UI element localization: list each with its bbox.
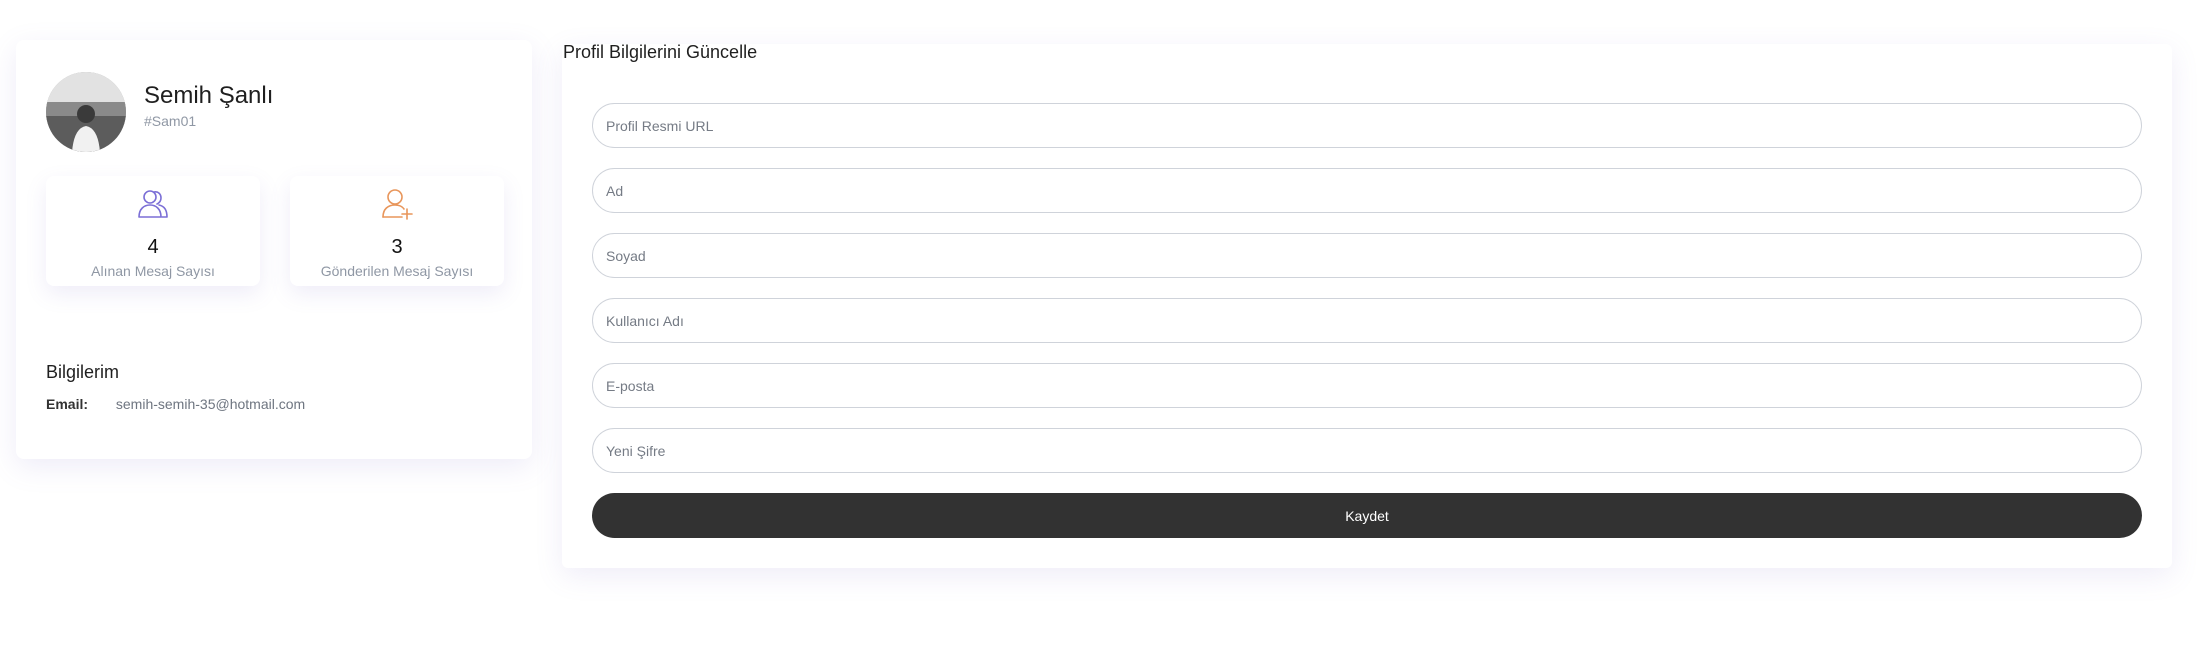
- form-title: Profil Bilgilerini Güncelle: [563, 42, 758, 62]
- users-icon: [138, 190, 168, 218]
- received-messages-count: 4: [147, 236, 159, 258]
- name-block: Semih Şanlı #Sam01: [144, 81, 273, 129]
- profile-image-url-input[interactable]: [592, 103, 2142, 148]
- first-name-input[interactable]: [592, 168, 2142, 213]
- email-input[interactable]: [592, 363, 2142, 408]
- last-name-input[interactable]: [592, 233, 2142, 278]
- received-messages-stat: 4 Alınan Mesaj Sayısı: [46, 176, 260, 286]
- user-name: Semih Şanlı: [144, 82, 274, 109]
- user-plus-icon: [382, 189, 413, 220]
- new-password-input[interactable]: [592, 428, 2142, 473]
- info-title: Bilgilerim: [46, 362, 120, 382]
- sent-messages-stat: 3 Gönderilen Mesaj Sayısı: [290, 176, 504, 286]
- avatar: [46, 72, 126, 152]
- profile-card: Semih Şanlı #Sam01 4 Alınan Mesaj Sayısı…: [16, 40, 532, 459]
- received-messages-label: Alınan Mesaj Sayısı: [91, 263, 215, 279]
- save-button[interactable]: Kaydet: [592, 493, 2142, 538]
- username-input[interactable]: [592, 298, 2142, 343]
- sent-messages-count: 3: [391, 236, 403, 258]
- email-label: Email:: [46, 396, 89, 412]
- user-handle: #Sam01: [144, 113, 197, 129]
- sent-messages-label: Gönderilen Mesaj Sayısı: [320, 263, 474, 279]
- email-value: semih-semih-35@hotmail.com: [115, 396, 306, 412]
- page: Semih Şanlı #Sam01 4 Alınan Mesaj Sayısı…: [0, 0, 2204, 661]
- email-row: Email: semih-semih-35@hotmail.com: [46, 396, 305, 412]
- profile-update-form: Kaydet: [562, 44, 2172, 568]
- profile-header: Semih Şanlı #Sam01: [46, 72, 273, 152]
